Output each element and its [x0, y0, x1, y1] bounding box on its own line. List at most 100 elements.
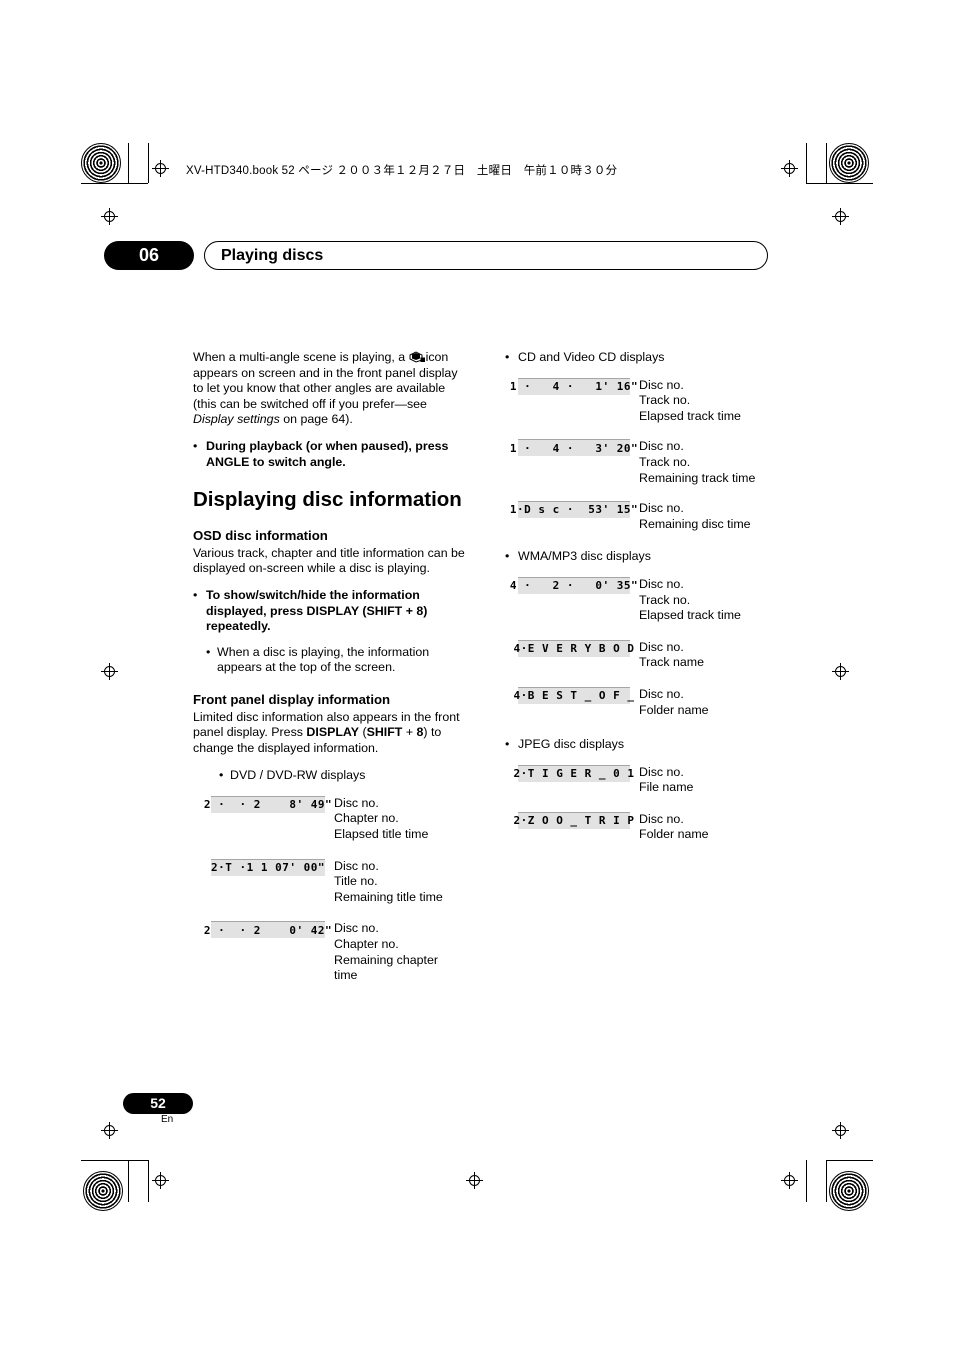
front-panel-display: 1 · 4 · 3' 20"	[510, 439, 638, 457]
display-label: Disc no.	[639, 576, 684, 591]
display-label: Disc no.	[639, 811, 684, 826]
registration-cross-bottom-right	[781, 1172, 798, 1189]
registration-cross-right-lower	[832, 1122, 849, 1139]
subheading-front-panel-display-information: Front panel display information	[193, 691, 391, 707]
display-example-row: 2 · · 2 8' 49" Disc no. Chapter no. Elap…	[204, 795, 465, 843]
multi-angle-icon	[409, 351, 426, 363]
display-label: Track no.	[639, 592, 691, 607]
display-label: Folder name	[639, 702, 709, 717]
intro-text-part-1: When a multi-angle scene is playing, a	[193, 350, 409, 364]
cd-displays-heading: CD and Video CD displays	[518, 350, 665, 364]
registration-cross-right-middle	[832, 663, 849, 680]
multi-angle-intro-paragraph: When a multi-angle scene is playing, a i…	[193, 350, 465, 428]
front-body-bold-shift: SHIFT	[366, 725, 403, 740]
display-label: Disc no.	[639, 686, 684, 701]
registration-target-top-left	[81, 143, 121, 183]
display-label-group: Disc no. Chapter no. Remaining chapter t…	[334, 921, 438, 983]
display-label: Disc no.	[334, 921, 379, 936]
registration-cross-bottom-left	[152, 1172, 169, 1189]
bullet-angle-instruction: • During playback (or when paused), pres…	[193, 439, 465, 470]
display-example-row: 2·T ·1 1 07' 00" Disc no. Title no. Rema…	[211, 858, 465, 906]
crop-mark	[81, 1160, 148, 1161]
jpeg-displays-heading: JPEG disc displays	[518, 737, 625, 752]
jpeg-display-list: 2·T I G E R _ 0 1 Disc no. File name 2·Z…	[513, 764, 795, 843]
display-label-group: Disc no. Track name	[639, 640, 704, 671]
bullet-display-instruction: • To show/switch/hide the information di…	[193, 588, 465, 635]
display-label: Disc no.	[639, 501, 684, 516]
bullet-display-text: To show/switch/hide the information disp…	[206, 587, 428, 634]
front-body-part-3: +	[402, 725, 417, 740]
crop-mark	[128, 1160, 129, 1202]
display-label: Title no.	[334, 874, 378, 889]
registration-target-top-right	[829, 143, 869, 183]
registration-cross-left-upper	[101, 208, 118, 225]
display-example-row: 1 · 4 · 3' 20" Disc no. Track no. Remain…	[510, 439, 795, 486]
dvd-display-list: 2 · · 2 8' 49" Disc no. Chapter no. Elap…	[204, 795, 465, 984]
front-panel-display: 2 · · 2 0' 42"	[204, 921, 332, 939]
display-label: time	[334, 968, 358, 983]
display-label-group: Disc no. Track no. Remaining track time	[639, 439, 755, 486]
crop-mark	[806, 1160, 807, 1202]
crop-mark	[806, 143, 807, 183]
front-panel-display: 2·T ·1 1 07' 00"	[211, 858, 325, 876]
bullet-cd-displays: • CD and Video CD displays	[505, 350, 795, 366]
wma-display-list: 4 · 2 · 0' 35" Disc no. Track no. Elapse…	[510, 576, 795, 718]
display-example-row: 2·Z O O _ T R I P Disc no. Folder name	[513, 811, 795, 843]
display-label: Track name	[639, 655, 704, 670]
display-label: Elapsed track time	[639, 408, 741, 423]
dvd-displays-heading: DVD / DVD-RW displays	[230, 768, 366, 783]
crop-mark	[826, 1160, 827, 1202]
chapter-header-bar: 06 Playing discs	[104, 241, 768, 270]
display-label: Chapter no.	[334, 811, 399, 826]
front-body-part-2: (	[359, 725, 367, 740]
bullet-angle-text: During playback (or when paused), press …	[206, 438, 449, 469]
crop-mark	[128, 143, 129, 183]
page-language-code: En	[161, 1114, 174, 1125]
display-label: Elapsed track time	[639, 608, 741, 623]
display-label-group: Disc no. Folder name	[639, 812, 709, 843]
subheading-osd-disc-information: OSD disc information	[193, 528, 328, 544]
registration-target-bottom-left	[83, 1171, 123, 1211]
display-label-group: Disc no. File name	[639, 765, 693, 796]
display-label: Track no.	[639, 393, 691, 408]
sub-bullet-disc-playing: • When a disc is playing, the informatio…	[206, 645, 465, 676]
bullet-dot-icon: •	[219, 768, 224, 783]
crop-mark	[148, 1160, 149, 1202]
registration-cross-right-upper	[832, 208, 849, 225]
section-heading-displaying-disc-information: Displaying disc information	[193, 488, 462, 512]
intro-italic-ref: Display settings	[193, 412, 280, 427]
display-example-row: 1·D s c · 53' 15" Disc no. Remaining dis…	[510, 501, 795, 532]
crop-mark	[826, 1160, 873, 1161]
front-panel-display: 1·D s c · 53' 15"	[510, 501, 638, 519]
osd-body-paragraph: Various track, chapter and title informa…	[193, 545, 465, 576]
front-panel-display: 4·E V E R Y B O D	[513, 639, 634, 657]
registration-cross-bottom-center	[466, 1172, 483, 1189]
front-panel-display: 2 · · 2 8' 49"	[204, 795, 332, 813]
display-label-group: Disc no. Track no. Elapsed track time	[639, 577, 741, 624]
display-label: Disc no.	[639, 439, 684, 454]
mini-bullet-dvd-displays: • DVD / DVD-RW displays	[219, 768, 465, 784]
display-label: Folder name	[639, 827, 709, 842]
display-label: Chapter no.	[334, 937, 399, 952]
display-label: Disc no.	[639, 764, 684, 779]
bullet-dot-icon: •	[193, 587, 198, 602]
front-panel-display: 4 · 2 · 0' 35"	[510, 576, 638, 594]
chapter-number: 06	[104, 241, 194, 270]
front-panel-body-paragraph: Limited disc information also appears in…	[193, 710, 465, 757]
display-label-group: Disc no. Chapter no. Elapsed title time	[334, 796, 428, 843]
display-label-group: Disc no. Folder name	[639, 687, 709, 718]
crop-mark	[81, 183, 148, 184]
chapter-title: Playing discs	[221, 247, 324, 264]
display-label: Remaining title time	[334, 889, 443, 904]
registration-cross-header	[152, 160, 169, 177]
front-panel-display: 2·T I G E R _ 0 1	[513, 764, 634, 782]
display-label: Disc no.	[334, 858, 379, 873]
front-body-bold-display: DISPLAY	[306, 725, 359, 740]
bullet-dot-icon: •	[505, 350, 510, 364]
display-label: Disc no.	[334, 795, 379, 810]
display-label: File name	[639, 780, 694, 795]
display-example-row: 1 · 4 · 1' 16" Disc no. Track no. Elapse…	[510, 377, 795, 425]
intro-text-part-3: on page 64).	[279, 412, 353, 427]
right-column: • CD and Video CD displays 1 · 4 · 1' 16…	[505, 350, 795, 853]
display-label: Remaining chapter	[334, 952, 439, 967]
